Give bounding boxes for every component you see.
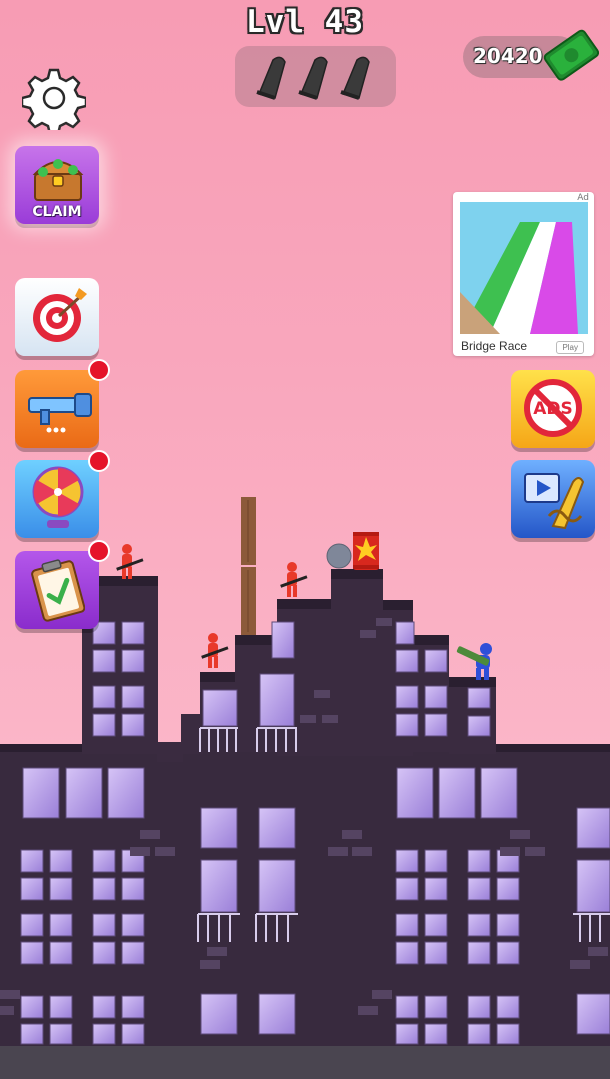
ad-title: Bridge Race — [461, 339, 528, 353]
missions-notification-badge — [88, 540, 110, 562]
claim-label: CLAIM — [32, 204, 82, 220]
prize-wheel-icon — [32, 466, 84, 528]
weapons-shop-button[interactable] — [15, 370, 99, 448]
enemy-stickman-icon[interactable] — [201, 633, 229, 668]
cash-icon — [543, 29, 600, 81]
rocket-launcher-icon — [28, 393, 92, 433]
enemy-stickman-icon[interactable] — [116, 544, 144, 579]
video-infinite-bullet-icon — [524, 473, 585, 530]
cash-amount: 20420 — [473, 44, 543, 68]
bullet-icon — [340, 56, 370, 100]
explosive-barrel-icon[interactable] — [353, 532, 379, 570]
weapons-notification-badge — [88, 359, 110, 381]
ad-thumbnail — [460, 202, 588, 334]
boulder-icon[interactable] — [326, 543, 352, 569]
target-dart-icon — [33, 288, 87, 342]
player-stickman-icon[interactable] — [456, 643, 492, 680]
settings-gear-icon[interactable] — [22, 66, 86, 130]
bullet-icon — [298, 56, 328, 100]
spin-notification-badge — [88, 450, 110, 472]
missions-button[interactable] — [15, 551, 99, 629]
video-infinite-ammo-button[interactable] — [511, 460, 595, 538]
no-ads-button[interactable]: ADS — [511, 370, 595, 448]
ad-banner[interactable]: Ad Bridge Race Play — [453, 192, 594, 356]
enemy-stickman-icon[interactable] — [280, 562, 308, 597]
ammo-counter — [235, 46, 396, 107]
ad-play-button[interactable]: Play — [556, 341, 584, 354]
bullet-icon — [256, 56, 286, 100]
spin-wheel-button[interactable] — [15, 460, 99, 538]
target-button[interactable] — [15, 278, 99, 356]
level-label: Lvl 43 — [246, 4, 364, 40]
treasure-chest-icon — [32, 159, 84, 201]
no-ads-icon: ADS — [524, 379, 582, 437]
clipboard-check-icon — [31, 559, 85, 622]
claim-chest-button[interactable]: CLAIM — [15, 146, 99, 224]
